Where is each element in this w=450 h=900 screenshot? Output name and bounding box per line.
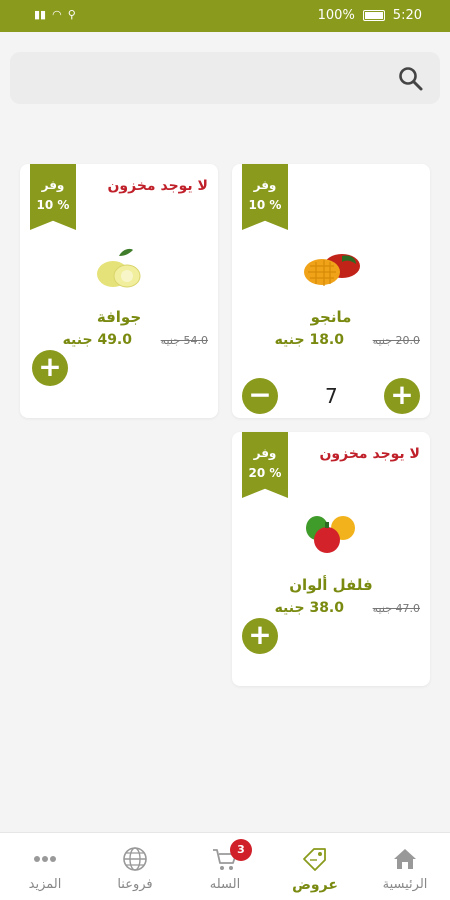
search-icon[interactable] bbox=[398, 66, 424, 92]
discount-label: وفر bbox=[253, 446, 277, 460]
signal-icon: ▮▮ bbox=[34, 8, 47, 21]
out-of-stock-label: لا يوجد مخزون bbox=[319, 446, 420, 462]
add-to-cart-button[interactable]: + bbox=[242, 618, 278, 654]
old-price: 20.0 جنيه bbox=[372, 334, 420, 347]
add-to-cart-button[interactable]: + bbox=[32, 350, 68, 386]
new-price: 38.0 جنيه bbox=[274, 600, 344, 616]
discount-ribbon: وفر 10 % bbox=[242, 164, 288, 230]
new-price: 18.0 جنيه bbox=[274, 332, 344, 348]
product-name: فلفل ألوان bbox=[289, 576, 373, 594]
quantity-value: 7 bbox=[325, 384, 338, 408]
home-icon bbox=[394, 849, 416, 869]
status-bar: ▮▮ ◠ ⚲ 100% 5:20 bbox=[0, 0, 450, 32]
more-icon bbox=[34, 856, 56, 862]
pepper-image bbox=[306, 516, 355, 553]
nav-item-more[interactable]: المزيد bbox=[0, 833, 90, 900]
search-bar[interactable] bbox=[10, 52, 440, 104]
old-price: 54.0 جنيه bbox=[160, 334, 208, 347]
discount-ribbon: وفر 10 % bbox=[30, 164, 76, 230]
discount-value: 20 % bbox=[248, 466, 282, 480]
bottom-navigation: المزيد فروعنا 3 السله عروض الرئيسية bbox=[0, 832, 450, 900]
discount-label: وفر bbox=[253, 178, 277, 192]
battery-percent: 100% bbox=[317, 8, 355, 23]
status-icons-right: 100% 5:20 bbox=[318, 8, 422, 23]
nav-label: عروض bbox=[292, 877, 338, 893]
nav-item-cart[interactable]: 3 السله bbox=[180, 833, 270, 900]
product-name: جوافة bbox=[96, 308, 142, 326]
increase-quantity-button[interactable]: + bbox=[384, 378, 420, 414]
battery-icon bbox=[362, 10, 385, 21]
discount-label: وفر bbox=[41, 178, 65, 192]
guava-image bbox=[97, 248, 141, 288]
discount-value: 10 % bbox=[248, 198, 282, 212]
decrease-quantity-button[interactable]: − bbox=[242, 378, 278, 414]
wifi-icon: ◠ bbox=[52, 8, 62, 21]
old-price: 47.0 جنيه bbox=[372, 602, 420, 615]
cart-count-badge: 3 bbox=[230, 839, 252, 861]
product-card-mango[interactable]: وفر 10 % مانجو 20.0 جنيه 18.0 جنيه − 7 + bbox=[232, 164, 430, 418]
product-card-peppers[interactable]: وفر 20 % لا يوجد مخزون فلفل ألوان 47.0 ج… bbox=[232, 432, 430, 686]
nav-item-branches[interactable]: فروعنا bbox=[90, 833, 180, 900]
nav-label: السله bbox=[209, 877, 241, 892]
nav-item-offers[interactable]: عروض bbox=[270, 833, 360, 900]
offers-tag-icon bbox=[303, 848, 326, 871]
status-icons-left: ▮▮ ◠ ⚲ bbox=[34, 8, 76, 21]
new-price: 49.0 جنيه bbox=[62, 332, 132, 348]
globe-icon bbox=[123, 847, 147, 871]
nav-label: فروعنا bbox=[117, 877, 153, 892]
product-card-guava[interactable]: وفر 10 % لا يوجد مخزون جوافة 54.0 جنيه 4… bbox=[20, 164, 218, 418]
product-name: مانجو bbox=[310, 308, 352, 326]
nav-item-home[interactable]: الرئيسية bbox=[360, 833, 450, 900]
out-of-stock-label: لا يوجد مخزون bbox=[107, 178, 208, 194]
usb-icon: ⚲ bbox=[67, 8, 76, 21]
nav-label: الرئيسية bbox=[382, 877, 428, 892]
discount-value: 10 % bbox=[36, 198, 70, 212]
mango-image bbox=[304, 254, 360, 286]
clock: 5:20 bbox=[392, 8, 422, 23]
nav-label: المزيد bbox=[28, 877, 62, 892]
discount-ribbon: وفر 20 % bbox=[242, 432, 288, 498]
